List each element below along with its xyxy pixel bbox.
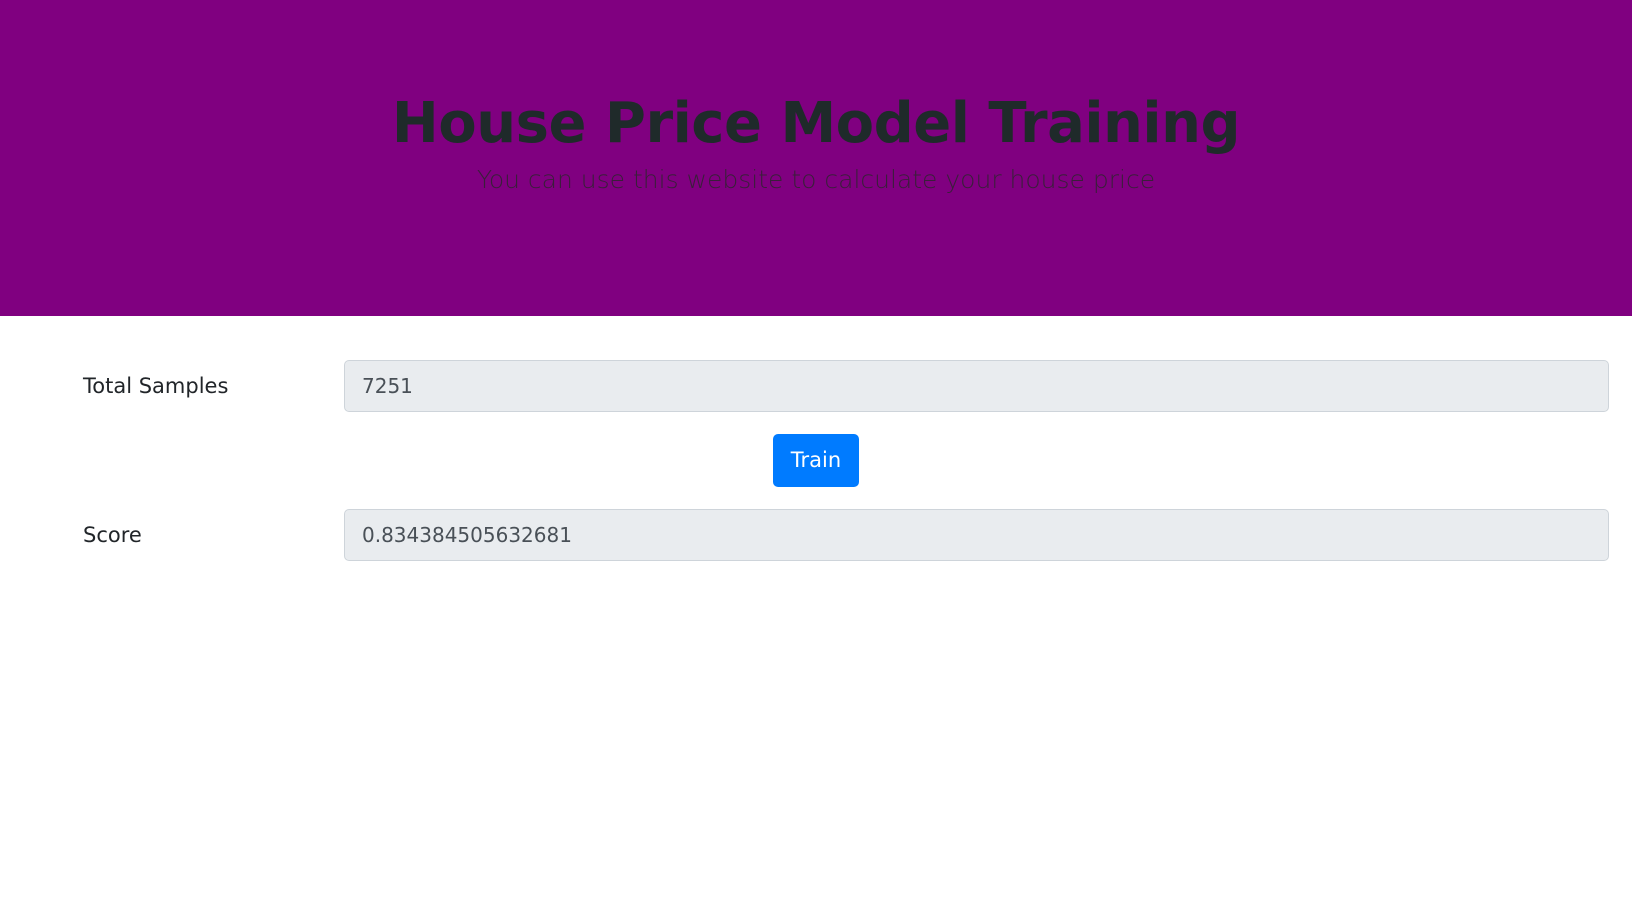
page-subtitle: You can use this website to calculate yo… [476, 165, 1156, 194]
total-samples-label: Total Samples [83, 374, 229, 398]
train-button-container: Train [0, 434, 1632, 487]
total-samples-row: Total Samples [0, 360, 1632, 412]
score-row: Score [0, 509, 1632, 561]
score-field[interactable] [344, 509, 1609, 561]
train-button[interactable]: Train [772, 434, 860, 487]
training-form: Total Samples Train Score [0, 316, 1632, 901]
total-samples-field[interactable] [344, 360, 1609, 412]
page-title: House Price Model Training [391, 91, 1241, 156]
score-label: Score [83, 523, 142, 547]
hero-banner: House Price Model Training You can use t… [0, 0, 1632, 316]
